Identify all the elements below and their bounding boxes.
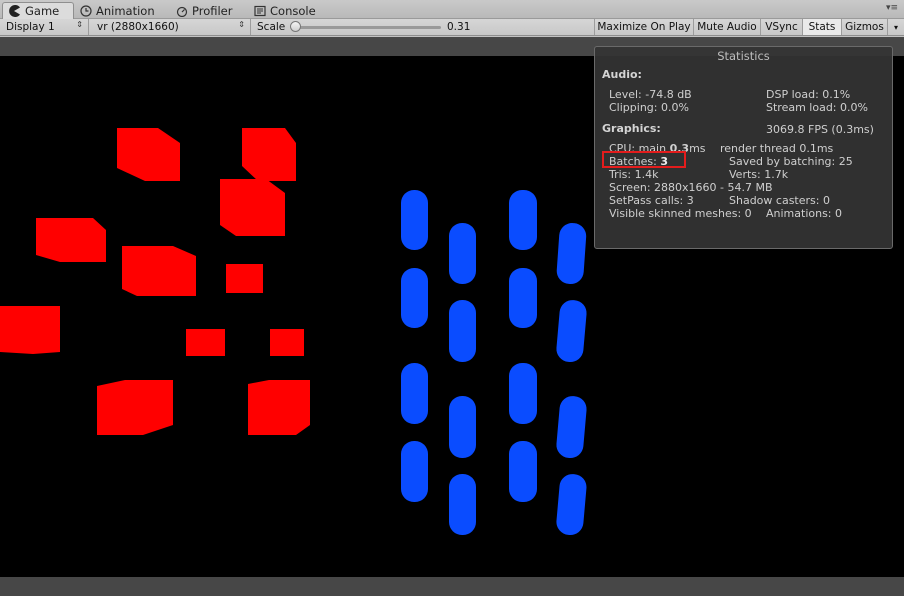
display-dropdown-value: Display 1 <box>6 21 55 33</box>
console-icon <box>254 5 266 16</box>
red-cube <box>270 329 304 356</box>
display-dropdown[interactable]: Display 1 ⇕ <box>0 19 89 35</box>
scale-value: 0.31 <box>447 21 471 33</box>
blue-cylinder <box>509 441 537 502</box>
game-toolbar: Display 1 ⇕ vr (2880x1660) ⇕ Scale 0.31 … <box>0 19 904 36</box>
red-cube <box>117 128 180 181</box>
blue-cylinder <box>556 223 587 285</box>
tab-game[interactable]: Game <box>2 2 75 19</box>
pacman-icon <box>9 5 20 17</box>
blue-cylinder <box>509 190 537 250</box>
tab-game-label: Game <box>25 4 60 18</box>
graphics-header: Graphics: <box>602 122 661 135</box>
stats-button[interactable]: Stats <box>802 19 841 35</box>
tab-menu-icon[interactable]: ▾≡ <box>886 3 898 13</box>
animations: Animations: 0 <box>766 207 843 220</box>
scale-slider-track[interactable] <box>291 26 441 29</box>
blue-cylinder <box>449 474 476 535</box>
statistics-title: Statistics <box>717 49 770 63</box>
red-cube <box>97 380 173 435</box>
saved-by-batching: Saved by batching: 25 <box>729 155 853 168</box>
blue-cylinder <box>449 300 476 362</box>
dsp-load: DSP load: 0.1% <box>766 88 851 101</box>
red-cube <box>248 380 310 435</box>
blue-cylinder <box>449 223 476 284</box>
tab-profiler-label: Profiler <box>192 3 233 18</box>
scale-slider-thumb[interactable] <box>290 21 301 32</box>
screen-info: Screen: 2880x1660 - 54.7 MB <box>609 181 773 194</box>
red-cube <box>242 128 296 181</box>
editor-tab-bar: Game Animation Profiler Console ▾≡ <box>0 0 904 19</box>
tris: Tris: 1.4k <box>609 168 659 181</box>
red-cube <box>122 246 196 296</box>
visible-skinned-meshes: Visible skinned meshes: 0 <box>609 207 752 220</box>
setpass-calls: SetPass calls: 3 <box>609 194 694 207</box>
blue-cylinder <box>449 396 476 458</box>
tab-animation[interactable]: Animation <box>80 2 155 19</box>
tab-console[interactable]: Console <box>254 2 316 19</box>
clock-icon <box>80 4 92 17</box>
resolution-dropdown-value: vr (2880x1660) <box>97 21 179 33</box>
blue-cylinder <box>401 441 428 502</box>
red-cube <box>0 306 60 354</box>
gizmos-button[interactable]: Gizmos <box>841 19 887 35</box>
red-cube <box>226 264 263 293</box>
scale-label: Scale <box>257 21 286 33</box>
shadow-casters: Shadow casters: 0 <box>729 194 830 207</box>
blue-cylinder <box>556 396 587 459</box>
gizmos-dropdown-arrow-icon[interactable]: ▾ <box>887 19 904 35</box>
red-cube <box>220 179 285 236</box>
tab-profiler[interactable]: Profiler <box>176 2 233 19</box>
red-cubes <box>0 128 310 435</box>
mute-audio-button[interactable]: Mute Audio <box>693 19 760 35</box>
red-cube <box>186 329 225 356</box>
maximize-on-play-button[interactable]: Maximize On Play <box>594 19 693 35</box>
audio-level: Level: -74.8 dB <box>609 88 692 101</box>
vsync-button[interactable]: VSync <box>760 19 802 35</box>
resolution-dropdown[interactable]: vr (2880x1660) ⇕ <box>91 19 251 35</box>
red-cube <box>36 218 106 262</box>
blue-cylinder <box>509 363 537 424</box>
profiler-icon <box>176 6 188 17</box>
blue-cylinder <box>556 474 587 536</box>
blue-cylinder <box>556 300 587 363</box>
updown-arrow-icon: ⇕ <box>76 20 83 29</box>
tab-console-label: Console <box>270 3 316 18</box>
render-thread: render thread 0.1ms <box>720 142 834 155</box>
batches-highlight-box <box>602 151 686 168</box>
audio-clipping: Clipping: 0.0% <box>609 101 689 114</box>
blue-cylinder <box>509 268 537 328</box>
statistics-panel: Statistics Audio: Level: -74.8 dB DSP lo… <box>594 46 893 249</box>
blue-cylinder <box>401 190 428 250</box>
blue-cylinders <box>401 190 587 536</box>
stream-load: Stream load: 0.0% <box>766 101 868 114</box>
blue-cylinder <box>401 268 428 328</box>
audio-header: Audio: <box>602 68 642 81</box>
updown-arrow-icon: ⇕ <box>238 20 245 29</box>
verts: Verts: 1.7k <box>729 168 789 181</box>
tab-animation-label: Animation <box>96 3 155 18</box>
fps-readout: 3069.8 FPS (0.3ms) <box>766 123 874 136</box>
blue-cylinder <box>401 363 428 424</box>
cpu-main-unit: ms <box>689 142 706 155</box>
